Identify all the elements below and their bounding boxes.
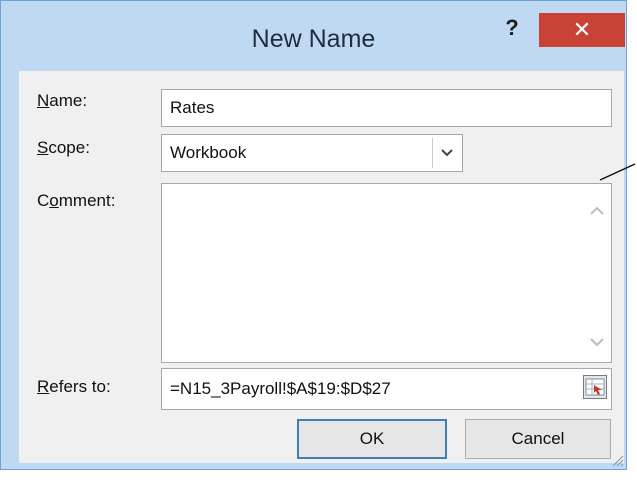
- scope-select[interactable]: Workbook: [161, 134, 463, 172]
- close-button[interactable]: ✕: [539, 13, 625, 47]
- close-icon: ✕: [572, 17, 592, 42]
- question-mark-icon: ?: [505, 15, 519, 40]
- refers-to-label: Refers to:: [37, 377, 111, 396]
- scope-label: Scope:: [37, 138, 90, 157]
- scope-select-value: Workbook: [170, 143, 247, 162]
- resize-grip-icon[interactable]: [610, 453, 624, 467]
- dialog-title: New Name: [251, 25, 376, 53]
- cancel-button[interactable]: Cancel: [465, 419, 611, 459]
- ok-button[interactable]: OK: [297, 419, 447, 459]
- callout-line: [599, 163, 636, 181]
- name-label: Name:: [37, 91, 88, 110]
- new-name-dialog: New Name ? ✕ Name: Rates Scope: Workbook…: [0, 0, 627, 470]
- comment-textarea[interactable]: [161, 183, 612, 363]
- title-bar[interactable]: New Name ? ✕: [1, 1, 626, 71]
- help-button[interactable]: ?: [496, 13, 528, 45]
- name-input-value: Rates: [170, 98, 215, 117]
- range-collapse-icon[interactable]: [583, 375, 607, 399]
- refers-to-value: =N15_3Payroll!$A$19:$D$27: [170, 379, 391, 398]
- name-input[interactable]: Rates: [161, 89, 612, 127]
- dialog-body: Name: Rates Scope: Workbook Comment: Ref…: [19, 71, 624, 463]
- comment-label: Comment:: [37, 191, 116, 210]
- refers-to-input[interactable]: =N15_3Payroll!$A$19:$D$27: [161, 368, 612, 410]
- chevron-down-icon[interactable]: [432, 138, 460, 168]
- chevron-down-icon[interactable]: [589, 334, 605, 350]
- chevron-up-icon[interactable]: [589, 202, 605, 218]
